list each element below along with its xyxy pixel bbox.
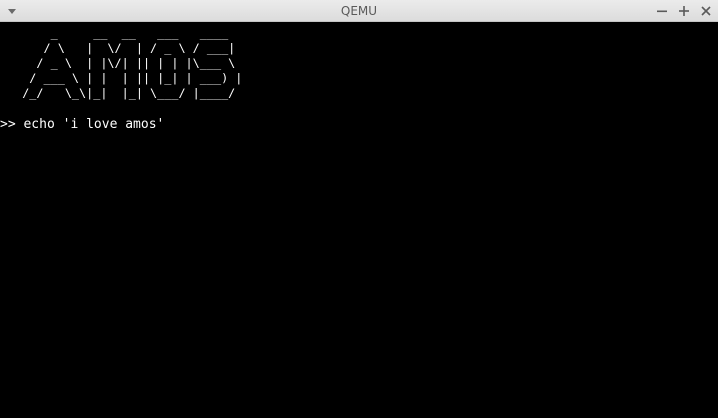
logo-line: /_/ \_\|_| |_| \___/ |____/: [8, 86, 236, 100]
terminal-screen[interactable]: _ __ __ ___ ____ / \ | \/ | / _ \ / ___|…: [0, 22, 718, 418]
maximize-icon[interactable]: [676, 3, 692, 19]
qemu-window: QEMU _ __ __ ___ ____ / \ | \/ | / _ \ /…: [0, 0, 718, 418]
command-line[interactable]: >> echo 'i love amos': [0, 117, 164, 133]
logo-line: / \ | \/ | / _ \ / ___|: [8, 41, 236, 55]
amos-ascii-logo: _ __ __ ___ ____ / \ | \/ | / _ \ / ___|…: [8, 26, 242, 101]
command-text: echo 'i love amos': [23, 117, 165, 132]
logo-line: / _ \ | |\/| || | | |\___ \: [8, 56, 236, 70]
window-title: QEMU: [340, 4, 378, 18]
logo-line: _ __ __ ___ ____: [8, 26, 229, 40]
prompt-symbol: >>: [0, 117, 16, 132]
logo-line: / ___ \ | | | || |_| | ___) |: [8, 71, 243, 85]
title-bar[interactable]: QEMU: [0, 0, 718, 22]
minimize-icon[interactable]: [654, 3, 670, 19]
close-icon[interactable]: [698, 3, 714, 19]
